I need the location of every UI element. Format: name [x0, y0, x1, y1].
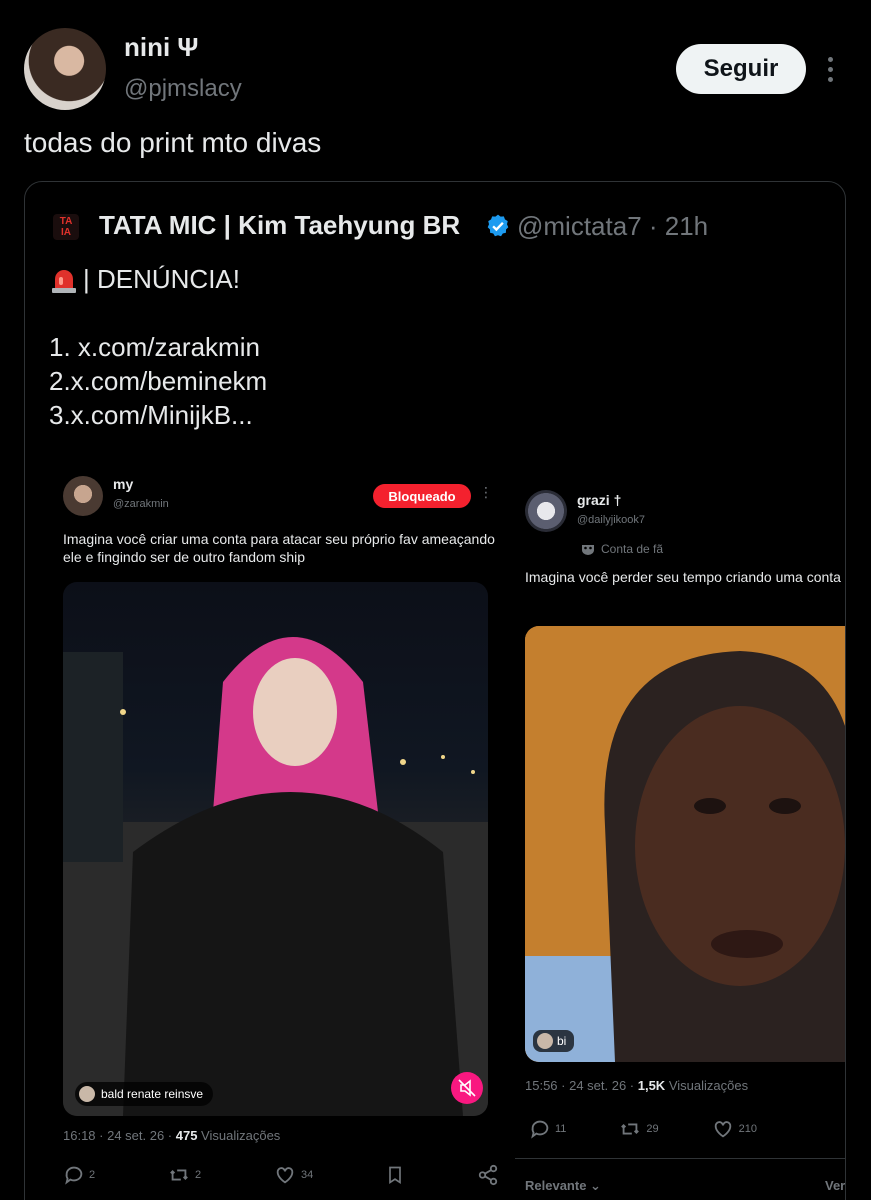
- more-options-icon[interactable]: [818, 52, 842, 88]
- post-text: todas do print mto divas: [24, 127, 322, 158]
- screenshot-video: bi: [525, 626, 845, 1062]
- screenshot-action-bar: 11 29 210: [529, 1118, 845, 1140]
- repost-icon: [170, 1169, 188, 1181]
- reply-icon: [65, 1166, 83, 1185]
- embedded-screenshot-right[interactable]: grazi † @dailyjikook7 Conta de fã Imagin…: [515, 482, 846, 1200]
- mask-icon: [582, 545, 594, 555]
- author-name[interactable]: nini Ψ: [124, 32, 198, 63]
- blocked-badge: Bloqueado: [373, 484, 471, 508]
- view-count: 1,5K: [637, 1078, 666, 1093]
- sort-dropdown: Relevante ⌄: [525, 1178, 601, 1194]
- screenshot-meta: 15:56 · 24 set. 26 · 1,5K Visualizações: [525, 1078, 748, 1093]
- reply-action: 2: [63, 1164, 95, 1186]
- reply-icon: [531, 1120, 549, 1139]
- screenshot-author-name: grazi †: [577, 492, 622, 508]
- video-frame-illustration: [63, 637, 488, 1116]
- like-action: 210: [711, 1118, 757, 1140]
- quoted-author-name[interactable]: TATA MIC | Kim Taehyung BR: [99, 210, 460, 241]
- quoted-text-line-4[interactable]: 3.x.com/MinijkB...: [49, 400, 253, 431]
- chevron-down-icon: ⌄: [590, 1178, 601, 1193]
- media-caption-pill: bi: [533, 1030, 575, 1052]
- quoted-text-line-1: | DENÚNCIA!: [49, 264, 240, 295]
- author-avatar[interactable]: [24, 28, 106, 110]
- post-timestamp: 15:56 · 24 set. 26 ·: [525, 1078, 638, 1093]
- share-icon: [478, 1164, 498, 1186]
- repost-count: 2: [195, 1169, 202, 1181]
- mute-icon: [451, 1072, 483, 1104]
- like-count: 210: [738, 1123, 758, 1135]
- follow-button[interactable]: Seguir: [676, 44, 806, 94]
- siren-icon: [49, 265, 79, 295]
- media-caption-pill: bald renate reinsve: [75, 1082, 214, 1106]
- screenshot-author-name: my: [113, 476, 134, 492]
- account-label-text: Conta de fã: [601, 542, 664, 556]
- verified-badge-icon: [487, 214, 509, 237]
- quoted-author-avatar: TA IA: [53, 214, 79, 240]
- caption-avatar: [537, 1033, 553, 1049]
- quoted-handle-time: @mictata7 · 21h: [517, 211, 709, 241]
- quoted-text-line-3[interactable]: 2.x.com/beminekm: [49, 366, 267, 397]
- quoted-post-card[interactable]: TA IA TATA MIC | Kim Taehyung BR @mictata…: [24, 181, 846, 1200]
- video-frame-illustration: [525, 626, 845, 1062]
- reply-action: 11: [529, 1118, 566, 1140]
- see-more-link: Ver: [825, 1178, 846, 1193]
- avatar: [525, 490, 567, 532]
- quoted-text-line-2[interactable]: 1. x.com/zarakmin: [49, 332, 260, 363]
- views-label: Visualizações: [197, 1128, 281, 1143]
- author-handle[interactable]: @pjmslacy: [124, 75, 242, 103]
- screenshot-video: bald renate reinsve: [63, 582, 488, 1116]
- quoted-text-denuncia: | DENÚNCIA!: [83, 264, 240, 294]
- media-caption: bald renate reinsve: [101, 1087, 204, 1101]
- media-caption: bi: [557, 1034, 567, 1048]
- view-count: 475: [175, 1128, 198, 1143]
- account-label: Conta de fã: [581, 542, 663, 556]
- repost-action: 29: [618, 1118, 659, 1140]
- screenshot-author-handle: @zarakmin: [113, 498, 169, 510]
- reply-count: 2: [89, 1169, 96, 1181]
- screenshot-post-text: Imagina você criar uma conta para atacar…: [63, 531, 495, 565]
- reply-count: 11: [555, 1123, 567, 1135]
- screenshot-author-handle: @dailyjikook7: [577, 514, 646, 526]
- embedded-screenshot-left[interactable]: my @zarakmin Bloqueado ⋮ Imagina você cr…: [55, 464, 505, 1200]
- heart-icon: [276, 1167, 294, 1184]
- screenshot-post-text: Imagina você perder seu tempo criando um…: [525, 569, 845, 585]
- post-timestamp: 16:18 · 24 set. 26 ·: [63, 1128, 176, 1143]
- heart-icon: [714, 1121, 731, 1138]
- repost-icon: [621, 1123, 640, 1135]
- repost-action: 2: [167, 1164, 201, 1186]
- screenshot-meta: 16:18 · 24 set. 26 · 475 Visualizações: [63, 1128, 280, 1143]
- divider: [515, 1158, 845, 1159]
- avatar: [63, 476, 103, 516]
- like-action: 34: [273, 1164, 313, 1186]
- views-label: Visualizações: [665, 1078, 749, 1093]
- caption-avatar: [79, 1086, 95, 1102]
- screenshot-action-bar: 2 2 34: [63, 1164, 499, 1186]
- repost-count: 29: [646, 1123, 659, 1135]
- sort-label: Relevante: [525, 1178, 587, 1193]
- like-count: 34: [301, 1169, 314, 1181]
- more-options-icon: ⋮: [479, 484, 493, 500]
- bookmark-icon: [389, 1166, 401, 1185]
